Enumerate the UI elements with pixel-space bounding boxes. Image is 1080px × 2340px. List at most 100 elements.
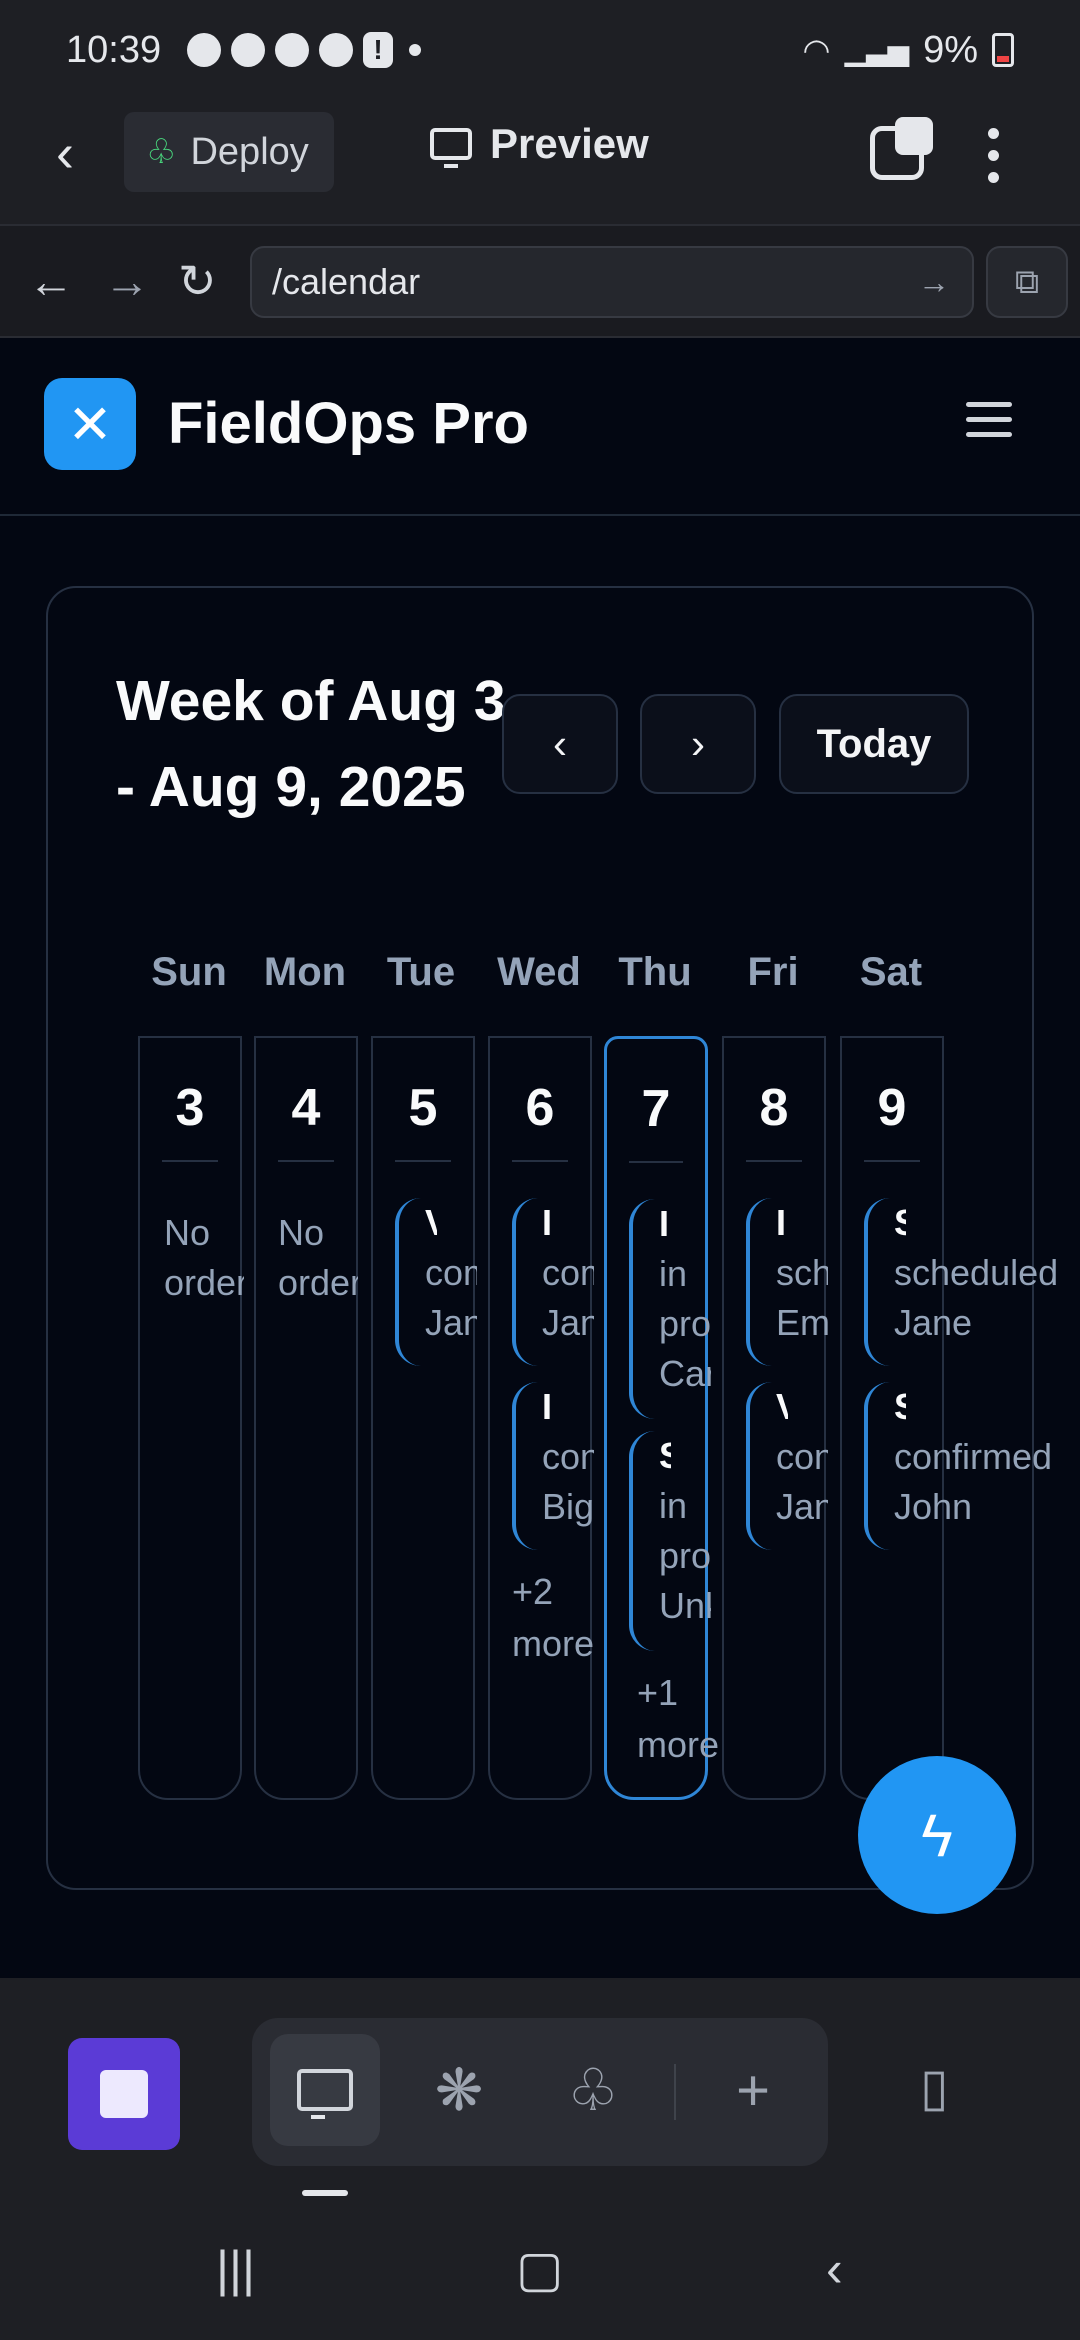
- day-column-thu-today[interactable]: 7 I in progress Carl S in progress Unk +…: [604, 1036, 719, 1800]
- order-title: S: [659, 1431, 671, 1481]
- dow-sun: Sun: [151, 950, 227, 994]
- monitor-icon: [297, 2069, 353, 2119]
- dow-mon: Mon: [263, 950, 347, 994]
- browser-back-icon[interactable]: ←: [28, 254, 74, 308]
- order-technician: John: [894, 1486, 973, 1527]
- order-technician: Unk: [659, 1585, 711, 1626]
- order-status: in progress: [659, 1485, 711, 1576]
- order-status: in progress: [659, 1253, 711, 1344]
- layout-toggle-icon[interactable]: ▯: [920, 2058, 990, 2120]
- order-card[interactable]: I scheduled Emi: [746, 1198, 828, 1366]
- order-card[interactable]: V completed Jane: [395, 1198, 477, 1366]
- puzzle-icon: ❋: [434, 2058, 484, 2123]
- dow-wed: Wed: [497, 950, 581, 994]
- back-icon[interactable]: ‹: [56, 126, 106, 180]
- day-column-tue[interactable]: 5 V completed Jane: [371, 1036, 477, 1800]
- no-orders-text: No orders: [164, 1212, 244, 1303]
- lightning-icon: ϟ: [921, 1801, 953, 1869]
- add-tool[interactable]: +: [698, 2034, 808, 2146]
- order-card[interactable]: I completed Jane: [512, 1198, 594, 1366]
- order-card[interactable]: I in progress Carl: [629, 1199, 711, 1419]
- day-divider: [864, 1160, 920, 1162]
- day-divider: [162, 1160, 218, 1162]
- more-options-icon[interactable]: [988, 128, 1000, 183]
- order-title: I: [542, 1386, 553, 1427]
- day-number: 3: [175, 1079, 205, 1137]
- browser-forward-icon[interactable]: →: [104, 254, 150, 308]
- dow-thu: Thu: [618, 950, 692, 994]
- order-card[interactable]: S confirmed John: [864, 1382, 1053, 1550]
- more-orders-link[interactable]: +1 more: [637, 1667, 719, 1771]
- status-time: 10:39: [66, 28, 162, 71]
- tool-separator: [674, 2064, 676, 2120]
- reload-icon[interactable]: ↻: [178, 254, 217, 308]
- stop-button[interactable]: [68, 2038, 180, 2150]
- status-bar: 10:39 ! ◠ ▁▃▅ 9%: [0, 0, 1080, 100]
- order-title: S: [894, 1198, 906, 1248]
- tool-group: ❋ ♧ +: [252, 2018, 828, 2166]
- next-week-button[interactable]: ›: [640, 694, 756, 794]
- order-technician: Emi: [776, 1302, 828, 1343]
- order-technician: Jane: [425, 1302, 477, 1343]
- order-technician: Carl: [659, 1353, 711, 1394]
- day-column-sun[interactable]: 3 No orders: [138, 1036, 244, 1800]
- previous-week-button[interactable]: ‹: [502, 694, 618, 794]
- recent-apps-icon[interactable]: |||: [216, 2240, 255, 2298]
- order-technician: Big: [542, 1486, 594, 1527]
- order-title: V: [776, 1382, 788, 1432]
- desktop-preview-tool[interactable]: [270, 2034, 380, 2146]
- url-text: /calendar: [272, 261, 421, 302]
- day-number: 4: [291, 1079, 321, 1137]
- no-orders-text: No orders: [278, 1212, 358, 1303]
- url-input[interactable]: /calendar →: [250, 246, 974, 318]
- go-arrow-icon[interactable]: →: [918, 264, 950, 301]
- preview-tab[interactable]: Preview: [430, 120, 649, 168]
- system-back-icon[interactable]: ‹: [826, 2240, 843, 2298]
- home-icon[interactable]: ▢: [516, 2240, 563, 2298]
- order-title: I: [659, 1203, 670, 1244]
- monitor-icon: [430, 128, 472, 168]
- app-bar: ‹ ♧ Deploy Preview: [0, 100, 1080, 224]
- order-technician: Jane: [776, 1486, 828, 1527]
- today-button[interactable]: Today: [779, 694, 969, 794]
- hamburger-menu-icon[interactable]: [966, 402, 1012, 437]
- order-status: confirmed: [894, 1436, 1053, 1477]
- deploy-button[interactable]: ♧ Deploy: [124, 112, 334, 192]
- day-column-fri[interactable]: 8 I scheduled Emi V confirmed Jane: [722, 1036, 828, 1800]
- active-tab-indicator: [302, 2190, 348, 2196]
- order-card[interactable]: S in progress Unk: [629, 1431, 711, 1651]
- order-title: V: [425, 1198, 437, 1248]
- preview-label: Preview: [490, 120, 649, 167]
- day-column-sat[interactable]: 9 S scheduled Jane S confirmed John: [840, 1036, 1058, 1800]
- deploy-label: Deploy: [190, 130, 309, 173]
- order-status: confirmed: [776, 1436, 828, 1477]
- day-column-mon[interactable]: 4 No orders: [254, 1036, 358, 1800]
- order-card[interactable]: V confirmed Jane: [746, 1382, 828, 1550]
- order-title: I: [542, 1202, 553, 1243]
- battery-percent: 9%: [923, 28, 978, 71]
- brand-name: FieldOps Pro: [168, 391, 529, 456]
- tabs-icon[interactable]: [870, 117, 933, 180]
- open-external-icon[interactable]: ⧉: [986, 246, 1068, 318]
- quick-action-button[interactable]: ϟ: [858, 1756, 1016, 1914]
- integrations-tool[interactable]: ❋: [404, 2034, 514, 2146]
- order-title: I: [776, 1202, 787, 1243]
- day-column-wed[interactable]: 6 I completed Jane I confirmed Big +2 mo…: [488, 1036, 594, 1800]
- chevron-left-icon: ‹: [553, 720, 567, 767]
- deploy-tree-icon: ♧: [567, 2058, 619, 2123]
- bottom-toolbar: ❋ ♧ + ▯ ||| ▢ ‹: [0, 1978, 1080, 2340]
- alert-notification-icon: !: [363, 32, 394, 68]
- day-number: 9: [877, 1079, 907, 1137]
- chevron-right-icon: ›: [691, 720, 705, 767]
- day-divider: [629, 1161, 683, 1163]
- day-divider: [746, 1160, 802, 1162]
- order-card[interactable]: S scheduled Jane: [864, 1198, 1058, 1366]
- signal-icon: ▁▃▅: [844, 34, 910, 66]
- stop-icon: [100, 2070, 148, 2118]
- order-card[interactable]: I confirmed Big: [512, 1382, 594, 1550]
- dow-fri: Fri: [747, 950, 799, 994]
- chat-notification-icon: [187, 33, 222, 67]
- deploy-tool[interactable]: ♧: [538, 2034, 648, 2146]
- order-title: S: [894, 1382, 906, 1432]
- order-status: completed: [542, 1252, 594, 1293]
